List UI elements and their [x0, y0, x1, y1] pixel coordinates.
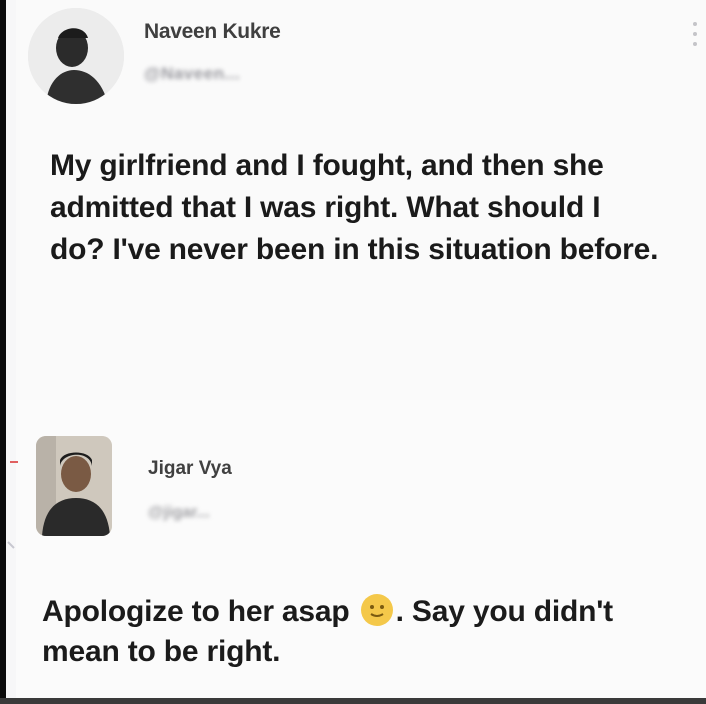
tweet-text: My girlfriend and I fought, and then she… [50, 149, 659, 266]
reply-author-handle[interactable]: @jigar... [148, 504, 210, 522]
screenshot-frame: Naveen Kukre @Naveen... My girlfriend an… [6, 0, 706, 698]
more-vertical-icon[interactable] [692, 20, 698, 48]
tweet-card[interactable]: Naveen Kukre @Naveen... My girlfriend an… [16, 0, 706, 400]
bottom-edge [0, 698, 706, 704]
reply-text: Apologize to her asap . Say you didn't m… [42, 592, 682, 672]
reply-author-name[interactable]: Jigar Vya [148, 458, 232, 480]
person-photo-icon [36, 436, 112, 536]
author-avatar[interactable] [28, 8, 124, 104]
author-handle[interactable]: @Naveen... [144, 64, 240, 84]
reply-card[interactable]: Jigar Vya @jigar... Apologize to her asa… [16, 400, 706, 698]
edge-artifacts [7, 461, 18, 549]
author-name[interactable]: Naveen Kukre [144, 20, 281, 44]
reply-text-part-1: Apologize to her asap [42, 595, 350, 628]
reply-author-avatar[interactable] [36, 436, 112, 536]
person-silhouette-icon [28, 8, 124, 104]
smiling-emoji-icon [360, 594, 393, 626]
